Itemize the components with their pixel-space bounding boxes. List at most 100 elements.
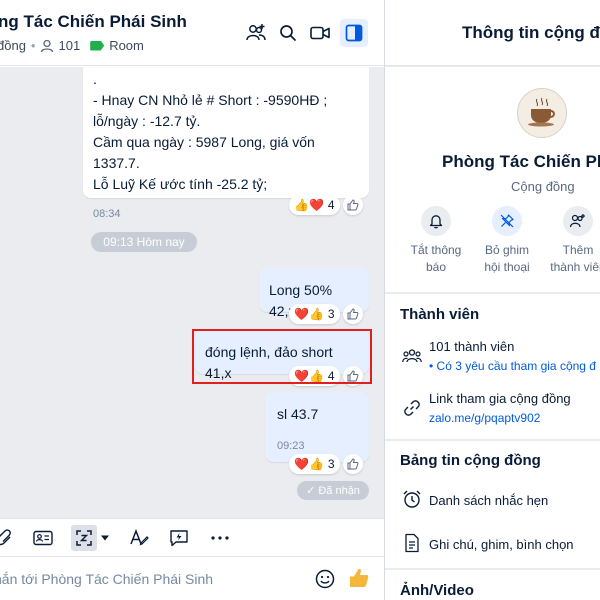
group-avatar[interactable] xyxy=(517,88,567,138)
reaction-emojis: 👍❤️ xyxy=(294,198,324,212)
reaction-summary[interactable]: 👍❤️ 4 xyxy=(289,195,340,215)
smiley-icon xyxy=(315,569,335,589)
contact-card-icon xyxy=(33,530,53,546)
more-horizontal-icon xyxy=(211,536,229,540)
message-composer: nắn tới Phòng Tác Chiến Phái Sinh xyxy=(0,556,384,600)
note-icon-wrap xyxy=(402,533,422,553)
text-format-icon xyxy=(130,529,149,546)
room-label[interactable]: Room xyxy=(109,38,144,53)
notes-pins-polls-item[interactable]: Ghi chú, ghim, bình chọn xyxy=(429,537,574,552)
info-panel: Thông tin cộng đồ Phòng Tác Chiến Phái C… xyxy=(384,0,600,600)
group-icon xyxy=(402,349,422,363)
board-section-title[interactable]: Bảng tin cộng đồng xyxy=(400,452,541,469)
paperclip-icon xyxy=(0,529,11,546)
send-contact-card-button[interactable] xyxy=(30,525,56,551)
thumbs-up-icon xyxy=(347,199,358,211)
invite-link-url[interactable]: zalo.me/g/pqaptv902 xyxy=(429,411,540,425)
members-icon xyxy=(402,346,422,366)
react-button[interactable] xyxy=(342,304,363,324)
member-count-text[interactable]: 101 thành viên xyxy=(429,339,514,354)
quick-like-button[interactable] xyxy=(347,566,371,590)
reaction-summary[interactable]: ❤️👍 3 xyxy=(289,454,340,474)
message-reactions[interactable]: ❤️👍 3 xyxy=(289,453,363,475)
info-panel-header: Thông tin cộng đồ xyxy=(385,0,600,66)
react-button[interactable] xyxy=(342,195,363,215)
chat-pane: ng Tác Chiến Phái Sinh đồng • 101 Room .… xyxy=(0,0,384,600)
add-members-button[interactable]: Thêm thành viên xyxy=(546,206,600,276)
attach-file-button[interactable] xyxy=(0,525,18,551)
message-line: Cầm qua ngày : 5987 Long, giá vốn 1337.7… xyxy=(93,134,315,171)
link-icon xyxy=(404,400,420,416)
add-member-button[interactable] xyxy=(242,19,270,47)
thumbs-up-icon xyxy=(350,568,369,587)
caret-down-icon xyxy=(101,535,109,541)
members-section-title[interactable]: Thành viên xyxy=(400,306,479,323)
search-icon xyxy=(280,25,296,41)
note-icon xyxy=(405,533,419,553)
message-bubble[interactable]: sl 43.7 09:23 xyxy=(265,392,369,462)
thumbs-up-icon xyxy=(347,458,358,470)
bell-icon xyxy=(429,215,443,229)
selection-highlight xyxy=(192,329,372,384)
mute-notifications-button[interactable]: Tắt thông báo xyxy=(404,206,468,276)
message-line: . xyxy=(93,71,97,87)
unpin-conversation-button[interactable]: Bỏ ghim hội thoại xyxy=(475,206,539,276)
unpin-icon xyxy=(500,214,514,228)
group-profile: Phòng Tác Chiến Phái Cộng đồng Tắt thông… xyxy=(385,67,600,292)
action-label: báo xyxy=(425,260,447,274)
action-label: hội thoại xyxy=(484,260,530,274)
add-member-icon xyxy=(569,214,585,228)
chat-header: ng Tác Chiến Phái Sinh đồng • 101 Room xyxy=(0,0,384,66)
action-label: Thêm xyxy=(562,243,594,257)
reaction-count: 3 xyxy=(327,457,335,471)
message-bubble[interactable]: . - Hnay CN Nhỏ lẻ # Short : -9590HĐ ; l… xyxy=(83,67,369,220)
video-call-button[interactable] xyxy=(306,19,334,47)
delivery-status: ✓ Đã nhận xyxy=(297,481,369,500)
invite-link-title: Link tham gia cộng đồng xyxy=(429,391,571,406)
community-type-label: đồng xyxy=(0,38,26,53)
alarm-clock-icon xyxy=(403,490,421,508)
toggle-info-panel-button[interactable] xyxy=(340,19,368,47)
message-line: lỗ/ngày : -12.7 tỷ. xyxy=(93,113,201,129)
quick-message-button[interactable] xyxy=(166,525,192,551)
date-divider: 09:13 Hôm nay xyxy=(91,232,197,252)
reminders-item[interactable]: Danh sách nhắc hẹn xyxy=(429,493,548,508)
text-format-button[interactable] xyxy=(126,525,152,551)
message-text: sl 43.7 xyxy=(277,406,319,422)
media-section-title[interactable]: Ảnh/Video xyxy=(400,582,474,599)
member-count[interactable]: 101 xyxy=(58,38,80,53)
join-requests-link[interactable]: • Có 3 yêu cầu tham gia cộng đ xyxy=(429,359,596,373)
community-board-section: Bảng tin cộng đồng Danh sách nhắc hẹn Gh… xyxy=(385,441,600,568)
lightning-message-icon xyxy=(170,530,188,547)
reaction-emojis: ❤️👍 xyxy=(294,307,324,321)
screenshot-options-dropdown[interactable] xyxy=(97,525,113,551)
info-panel-title: Thông tin cộng đồ xyxy=(462,23,600,42)
reaction-count: 4 xyxy=(327,198,335,212)
members-section: Thành viên 101 thành viên • Có 3 yêu cầu… xyxy=(385,294,600,439)
message-list[interactable]: . - Hnay CN Nhỏ lẻ # Short : -9590HĐ ; l… xyxy=(0,67,384,518)
message-reactions[interactable]: 👍❤️ 4 xyxy=(289,194,363,216)
conversation-title[interactable]: ng Tác Chiến Phái Sinh xyxy=(0,12,187,32)
separator-dot: • xyxy=(30,38,36,53)
screenshot-button[interactable] xyxy=(71,525,97,551)
alarm-clock-icon-wrap xyxy=(402,489,422,509)
group-name[interactable]: Phòng Tác Chiến Phái xyxy=(442,152,600,172)
reaction-emojis: ❤️👍 xyxy=(294,457,324,471)
action-label: Bỏ ghim xyxy=(484,243,530,257)
coffee-cup-logo xyxy=(528,97,555,127)
screenshot-crop-icon xyxy=(76,530,92,546)
message-reactions[interactable]: ❤️👍 3 xyxy=(289,303,363,325)
reaction-summary[interactable]: ❤️👍 3 xyxy=(289,304,340,324)
action-label: Tắt thông xyxy=(410,243,462,257)
message-line: Lỗ Luỹ Kế ước tính -25.2 tỷ; xyxy=(93,176,268,192)
emoji-button[interactable] xyxy=(314,568,336,590)
react-button[interactable] xyxy=(342,454,363,474)
link-icon-wrap xyxy=(402,398,422,418)
unpin-icon-wrap xyxy=(492,206,522,236)
message-input[interactable]: nắn tới Phòng Tác Chiến Phái Sinh xyxy=(0,571,213,587)
more-options-button[interactable] xyxy=(207,525,233,551)
side-panel-icon xyxy=(345,24,363,42)
message-line: - Hnay CN Nhỏ lẻ # Short : -9590HĐ ; xyxy=(93,92,328,108)
media-section: Ảnh/Video xyxy=(385,570,600,600)
search-button[interactable] xyxy=(274,19,302,47)
